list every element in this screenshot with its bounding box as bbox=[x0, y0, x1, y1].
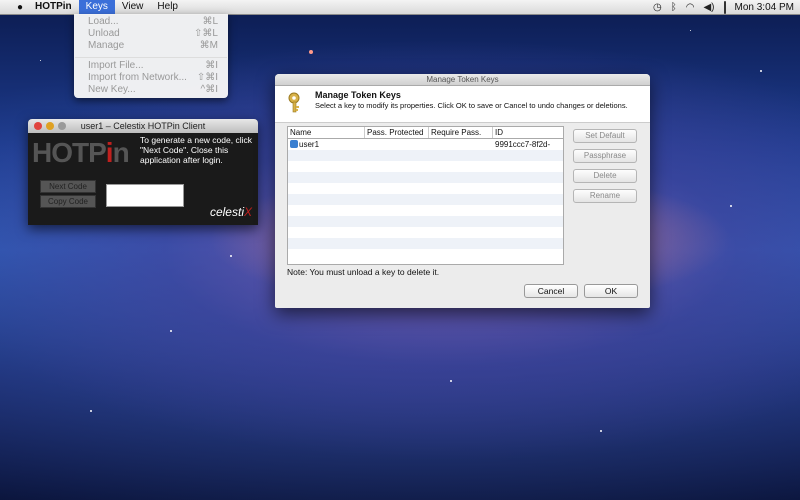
empty-row bbox=[288, 183, 563, 194]
menu-view[interactable]: View bbox=[115, 0, 151, 14]
set-default-button[interactable]: Set Default bbox=[573, 129, 637, 143]
client-title: user1 – Celestix HOTPin Client bbox=[80, 121, 206, 131]
ok-button[interactable]: OK bbox=[584, 284, 638, 298]
star bbox=[730, 205, 732, 207]
client-title-bar[interactable]: user1 – Celestix HOTPin Client bbox=[28, 119, 258, 133]
empty-row bbox=[288, 205, 563, 216]
bluetooth-icon[interactable]: ᛒ bbox=[671, 2, 677, 13]
unload-note: Note: You must unload a key to delete it… bbox=[287, 267, 440, 277]
star bbox=[760, 70, 762, 72]
volume-icon[interactable]: ◀) bbox=[703, 2, 714, 13]
column-pass-protected[interactable]: Pass. Protected bbox=[365, 127, 429, 138]
status-area: ◷ ᛒ ◠ ◀) Mon 3:04 PM bbox=[653, 0, 800, 14]
empty-row bbox=[288, 238, 563, 249]
row-name-cell: user1 bbox=[288, 139, 364, 150]
hotpin-logo: HOTPin bbox=[32, 137, 130, 168]
menu-help[interactable]: Help bbox=[150, 0, 185, 14]
time-machine-icon[interactable]: ◷ bbox=[653, 2, 662, 13]
app-menu[interactable]: HOTPin bbox=[28, 0, 79, 14]
column-name[interactable]: Name bbox=[288, 127, 365, 138]
empty-row bbox=[288, 161, 563, 172]
dialog-header: Manage Token Keys Select a key to modify… bbox=[275, 86, 650, 123]
passphrase-button[interactable]: Passphrase bbox=[573, 149, 637, 163]
menu-item-manage[interactable]: Manage ⌘M bbox=[88, 40, 218, 51]
menu-bar: ● HOTPin Keys View Help ◷ ᛒ ◠ ◀) Mon 3:0… bbox=[0, 0, 800, 15]
menu-item-import-network[interactable]: Import from Network... ⇧⌘I bbox=[88, 72, 218, 83]
client-instructions: To generate a new code, click "Next Code… bbox=[140, 135, 252, 165]
star bbox=[309, 50, 313, 54]
empty-row bbox=[288, 249, 563, 260]
dialog-heading: Manage Token Keys bbox=[315, 90, 401, 100]
empty-row bbox=[288, 216, 563, 227]
wifi-icon[interactable]: ◠ bbox=[686, 2, 695, 13]
battery-icon[interactable] bbox=[723, 0, 726, 14]
row-id-cell: 9991ccc7-8f2d- bbox=[495, 140, 551, 149]
table-header: Name Pass. Protected Require Pass. ID bbox=[288, 127, 563, 139]
menu-separator bbox=[75, 57, 227, 58]
user-key-icon bbox=[290, 140, 298, 148]
dialog-subheading: Select a key to modify its properties. C… bbox=[315, 101, 628, 110]
menu-item-new-key[interactable]: New Key... ^⌘I bbox=[88, 84, 218, 95]
star bbox=[450, 380, 452, 382]
minimize-button[interactable] bbox=[46, 122, 54, 130]
celestix-logo: celestiX bbox=[209, 205, 252, 219]
column-require-pass[interactable]: Require Pass. bbox=[429, 127, 493, 138]
menu-keys[interactable]: Keys bbox=[78, 0, 115, 14]
keys-menu-dropdown: Load... ⌘L Unload ⇧⌘L Manage ⌘M Import File… bbox=[74, 14, 228, 98]
apple-menu-icon[interactable]: ● bbox=[12, 2, 28, 13]
star bbox=[170, 330, 172, 332]
copy-code-button[interactable]: Copy Code bbox=[40, 195, 96, 208]
dialog-title-bar[interactable]: Manage Token Keys bbox=[275, 74, 650, 86]
close-button[interactable] bbox=[34, 122, 42, 130]
code-field[interactable] bbox=[106, 184, 184, 207]
menu-item-load[interactable]: Load... ⌘L bbox=[88, 16, 218, 27]
star bbox=[690, 30, 691, 31]
token-keys-table: Name Pass. Protected Require Pass. ID us… bbox=[287, 126, 564, 265]
empty-row bbox=[288, 172, 563, 183]
manage-token-keys-window: Manage Token Keys Manage Token Keys Sele… bbox=[275, 74, 650, 308]
star bbox=[600, 430, 602, 432]
column-id[interactable]: ID bbox=[493, 127, 563, 138]
star bbox=[40, 60, 41, 61]
menu-item-unload[interactable]: Unload ⇧⌘L bbox=[88, 28, 218, 39]
empty-row bbox=[288, 150, 563, 161]
zoom-button[interactable] bbox=[58, 122, 66, 130]
rename-button[interactable]: Rename bbox=[573, 189, 637, 203]
key-icon bbox=[288, 92, 300, 113]
menu-item-import-file[interactable]: Import File... ⌘I bbox=[88, 60, 218, 71]
star bbox=[90, 410, 92, 412]
menu-clock[interactable]: Mon 3:04 PM bbox=[735, 2, 794, 13]
star bbox=[230, 255, 232, 257]
next-code-button[interactable]: Next Code bbox=[40, 180, 96, 193]
delete-button[interactable]: Delete bbox=[573, 169, 637, 183]
hotpin-client-window: user1 – Celestix HOTPin Client HOTPin To… bbox=[28, 119, 258, 225]
table-row[interactable]: user1 9991ccc7-8f2d- bbox=[288, 139, 563, 150]
empty-row bbox=[288, 194, 563, 205]
cancel-button[interactable]: Cancel bbox=[524, 284, 578, 298]
empty-row bbox=[288, 227, 563, 238]
